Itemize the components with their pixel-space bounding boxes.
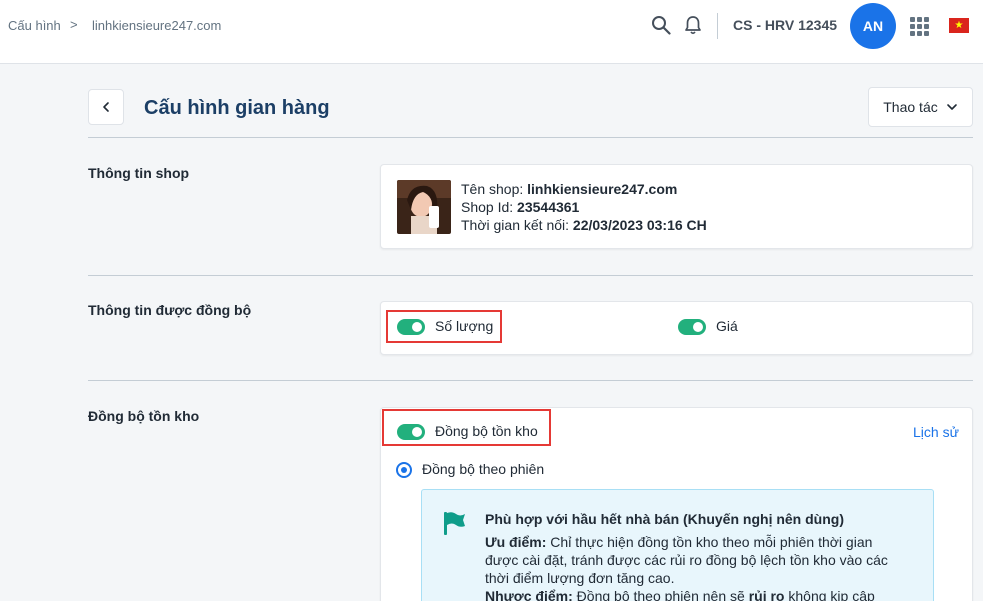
- stock-sync-toggle-label: Đồng bộ tồn kho: [435, 423, 538, 439]
- actions-dropdown-label: Thao tác: [883, 99, 938, 115]
- apps-grid-icon[interactable]: [910, 17, 929, 36]
- recommendation-box: Phù hợp với hầu hết nhà bán (Khuyến nghị…: [421, 489, 934, 601]
- shop-info-label: Thông tin shop: [88, 165, 190, 181]
- flag-icon: [444, 512, 465, 535]
- topbar-divider: [717, 13, 718, 39]
- pros-description: Chỉ thực hiện đồng tồn kho theo mỗi phiê…: [485, 534, 888, 586]
- cons-text: Nhược điểm: Đồng bộ theo phiên nên sẽ rủ…: [485, 587, 905, 601]
- shop-details: Tên shop: linhkiensieure247.com Shop Id:…: [461, 180, 707, 234]
- page-title: Cấu hình gian hàng: [144, 97, 330, 119]
- sync-info-card: Số lượng Giá: [380, 301, 973, 355]
- sync-by-session-label[interactable]: Đồng bộ theo phiên: [422, 461, 544, 477]
- shop-name-row: Tên shop: linhkiensieure247.com: [461, 180, 707, 198]
- cons-description-1: Đồng bộ theo phiên nên sẽ: [572, 588, 749, 601]
- vietnam-flag-icon[interactable]: ★: [949, 18, 969, 33]
- breadcrumb-separator-icon: >: [70, 17, 78, 32]
- cons-bold: rủi ro: [748, 588, 785, 601]
- quantity-toggle[interactable]: [397, 319, 425, 335]
- sync-info-label: Thông tin được đồng bộ: [88, 302, 252, 318]
- divider: [88, 137, 973, 138]
- shop-name-label: Tên shop:: [461, 181, 528, 197]
- shop-info-card: Tên shop: linhkiensieure247.com Shop Id:…: [380, 164, 973, 249]
- shop-avatar-image: [397, 180, 451, 234]
- account-name[interactable]: CS - HRV 12345: [733, 17, 837, 33]
- avatar[interactable]: AN: [850, 3, 896, 49]
- connected-time-value: 22/03/2023 03:16 CH: [572, 217, 707, 233]
- recommendation-title: Phù hợp với hầu hết nhà bán (Khuyến nghị…: [485, 511, 844, 527]
- cons-label: Nhược điểm:: [485, 588, 573, 601]
- bell-icon[interactable]: [684, 15, 702, 35]
- quantity-toggle-label: Số lượng: [435, 318, 494, 334]
- breadcrumb-root[interactable]: Cấu hình: [8, 18, 61, 33]
- recommendation-body: Ưu điểm: Chỉ thực hiện đồng tồn kho theo…: [485, 533, 905, 601]
- stock-sync-card: Đồng bộ tồn kho Lịch sử Đồng bộ theo phi…: [380, 407, 973, 601]
- price-toggle-label: Giá: [716, 318, 738, 334]
- divider: [88, 380, 973, 381]
- shop-id-label: Shop Id:: [461, 199, 518, 215]
- stock-sync-toggle[interactable]: [397, 424, 425, 440]
- back-button[interactable]: [88, 89, 124, 125]
- pros-label: Ưu điểm:: [485, 534, 547, 550]
- chevron-down-icon: [946, 104, 957, 110]
- pros-text: Ưu điểm: Chỉ thực hiện đồng tồn kho theo…: [485, 533, 905, 587]
- stock-sync-label: Đồng bộ tồn kho: [88, 408, 200, 424]
- shop-id-value: 23544361: [517, 199, 580, 215]
- chevron-left-icon: [103, 102, 109, 112]
- shop-id-row: Shop Id: 23544361: [461, 198, 707, 216]
- shop-name-value: linhkiensieure247.com: [527, 181, 678, 197]
- connected-time-label: Thời gian kết nối:: [461, 217, 573, 233]
- divider: [88, 275, 973, 276]
- connected-time-row: Thời gian kết nối: 22/03/2023 03:16 CH: [461, 216, 707, 234]
- price-toggle[interactable]: [678, 319, 706, 335]
- breadcrumb-current: linhkiensieure247.com: [92, 18, 222, 33]
- sync-by-session-radio[interactable]: [396, 462, 412, 478]
- search-icon[interactable]: [651, 15, 671, 35]
- history-link[interactable]: Lịch sử: [913, 424, 959, 440]
- top-bar: Cấu hình > linhkiensieure247.com CS - HR…: [0, 0, 983, 64]
- actions-dropdown-button[interactable]: Thao tác: [868, 87, 973, 127]
